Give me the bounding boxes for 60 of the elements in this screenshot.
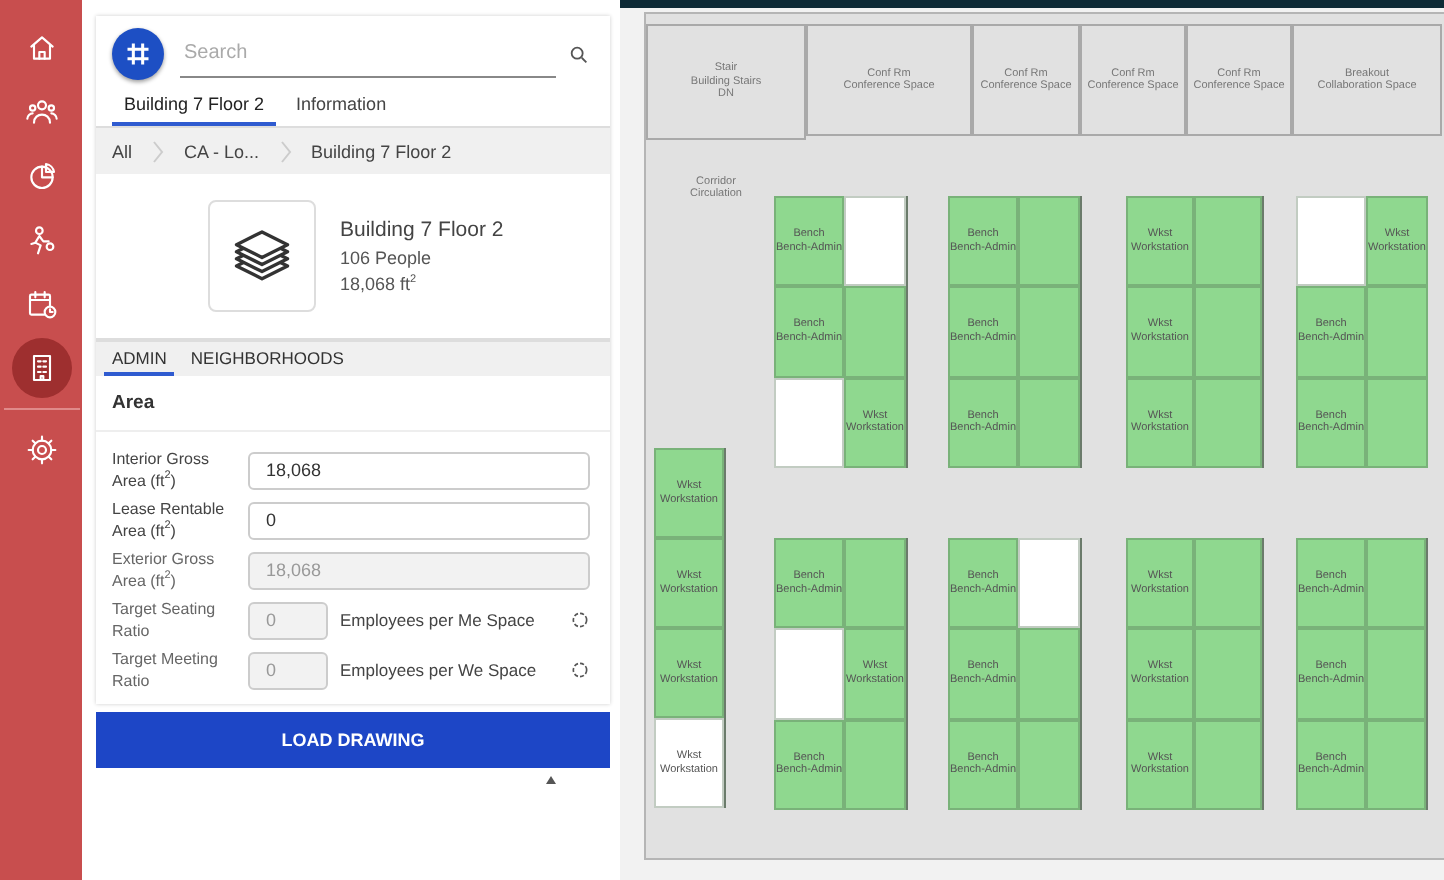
refresh-icon[interactable] xyxy=(570,610,590,630)
app-logo[interactable] xyxy=(112,28,164,80)
desk[interactable] xyxy=(1194,196,1262,287)
tab[interactable]: Information xyxy=(284,84,399,126)
unit-label: Employees per We Space xyxy=(340,660,539,680)
refresh-icon[interactable] xyxy=(570,660,590,680)
breadcrumb-link[interactable]: All xyxy=(112,141,133,161)
pie-chart-icon xyxy=(25,160,57,192)
search-field[interactable]: Search xyxy=(180,30,556,78)
calendar-icon xyxy=(25,288,57,320)
desk[interactable] xyxy=(1194,628,1262,720)
chevron-right-icon xyxy=(152,139,165,163)
desk[interactable] xyxy=(1018,628,1080,720)
nav-button[interactable] xyxy=(11,338,71,398)
tab[interactable]: NEIGHBORHOODS xyxy=(182,342,352,376)
desk[interactable] xyxy=(1018,196,1080,287)
people-count: 106 People xyxy=(340,248,434,268)
desk[interactable] xyxy=(774,628,845,720)
field-label: Target Meeting Ratio xyxy=(112,648,220,692)
desk[interactable] xyxy=(774,377,845,468)
search-icon xyxy=(568,43,590,65)
desk[interactable] xyxy=(1194,286,1262,378)
floor-area: 18,068 ft$^{2}$ xyxy=(340,274,504,294)
desk[interactable] xyxy=(1018,286,1080,378)
desk[interactable] xyxy=(1366,719,1426,810)
chevron-right-icon xyxy=(279,139,292,163)
home-icon xyxy=(25,32,57,64)
field-label: Interior Gross Area (ft$^{2}$) xyxy=(112,448,211,492)
desk[interactable] xyxy=(1018,377,1080,468)
tab[interactable]: ADMIN xyxy=(104,342,175,376)
breadcrumb-link[interactable]: CA - Lo... xyxy=(184,141,260,161)
field-label: Target Seating Ratio xyxy=(112,598,218,642)
section-heading: Area xyxy=(96,376,610,432)
hash-icon xyxy=(124,40,152,68)
desk[interactable] xyxy=(1366,377,1428,468)
desk[interactable] xyxy=(1018,538,1080,629)
load-drawing-button[interactable]: LOAD DRAWING xyxy=(96,712,610,768)
desk[interactable] xyxy=(844,719,906,810)
person-icon xyxy=(25,224,57,256)
desk[interactable] xyxy=(1194,719,1262,810)
field-label: Exterior Gross Area (ft$^{2}$) xyxy=(112,548,217,592)
people-icon xyxy=(25,96,57,128)
field-label: Lease Rentable Area (ft$^{2}$) xyxy=(112,498,227,542)
input-field[interactable]: 0 xyxy=(248,501,590,539)
desk[interactable] xyxy=(844,538,906,629)
input-field[interactable]: 18,068 xyxy=(248,451,590,489)
desk[interactable] xyxy=(844,286,906,378)
unit-label: Employees per Me Space xyxy=(340,610,537,630)
desk[interactable] xyxy=(1194,377,1262,468)
floor-title: Building 7 Floor 2 xyxy=(340,218,504,242)
desk[interactable] xyxy=(844,196,906,287)
desk[interactable] xyxy=(1366,286,1428,378)
caret-up-icon xyxy=(546,776,556,784)
desk[interactable] xyxy=(1194,538,1262,629)
settings-icon xyxy=(25,434,57,466)
desk[interactable] xyxy=(1018,719,1080,810)
desk[interactable] xyxy=(1296,196,1367,287)
desk[interactable] xyxy=(1366,628,1426,720)
desk[interactable] xyxy=(1366,538,1426,629)
breadcrumb-link[interactable]: Building 7 Floor 2 xyxy=(311,141,452,161)
